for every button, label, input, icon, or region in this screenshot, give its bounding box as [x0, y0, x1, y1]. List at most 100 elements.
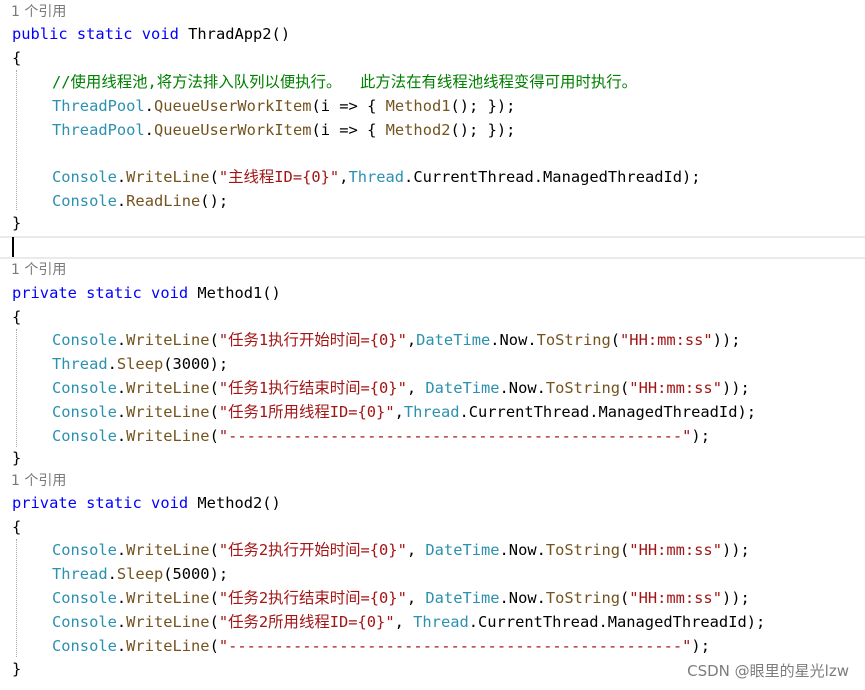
code-line[interactable]: Console.WriteLine("---------------------…: [0, 634, 865, 658]
paren: (: [620, 379, 630, 397]
call-args: (5000);: [163, 565, 229, 583]
code-line[interactable]: Thread.Sleep(3000);: [0, 352, 865, 376]
type-name: DateTime: [416, 331, 491, 349]
string-literal: "任务1执行结束时间={0}": [218, 379, 407, 397]
method-call: QueueUserWorkItem: [153, 97, 312, 115]
dot: .: [116, 192, 127, 210]
code-line[interactable]: //使用线程池,将方法排入队列以便执行。 此方法在有线程池线程变得可用时执行。: [0, 70, 865, 94]
type-name: Thread: [413, 613, 469, 631]
code-lens-references[interactable]: 1 个引用: [0, 258, 865, 282]
string-literal: "HH:mm:ss": [629, 379, 722, 397]
keyword-void: void: [151, 494, 189, 512]
code-line[interactable]: Console.WriteLine("任务1所用线程ID={0}",Thread…: [0, 400, 865, 424]
method-call: WriteLine: [126, 403, 210, 421]
comma: ,: [406, 379, 426, 397]
dot: .: [116, 331, 127, 349]
code-line[interactable]: ThreadPool.QueueUserWorkItem(i => { Meth…: [0, 118, 865, 142]
code-line[interactable]: Console.WriteLine("任务2执行结束时间={0}", DateT…: [0, 586, 865, 610]
open-brace: {: [12, 518, 22, 536]
close-brace: }: [12, 214, 22, 232]
type-name: Thread: [348, 168, 405, 186]
paren: (: [209, 589, 219, 607]
dot: .: [116, 637, 127, 655]
parameter-list: (): [262, 284, 281, 302]
code-editor[interactable]: 1 个引用 public static void ThradApp2() { /…: [0, 0, 865, 690]
code-line[interactable]: Console.WriteLine("任务1执行开始时间={0}",DateTi…: [0, 328, 865, 352]
method-call: ToString: [545, 379, 621, 397]
method-name: Method2: [197, 494, 263, 512]
code-line[interactable]: Console.WriteLine("主线程ID={0}",Thread.Cur…: [0, 165, 865, 189]
comma: ,: [394, 613, 414, 631]
type-name: Console: [52, 541, 117, 559]
string-literal: "任务2执行开始时间={0}": [218, 541, 407, 559]
close-brace: }: [12, 449, 22, 467]
type-name: Thread: [52, 565, 108, 583]
text-caret: [12, 237, 14, 257]
type-name: Console: [52, 379, 117, 397]
paren: (: [209, 541, 219, 559]
lambda-open: (i => {: [311, 97, 386, 115]
method-call: WriteLine: [126, 589, 210, 607]
code-line[interactable]: Console.WriteLine("---------------------…: [0, 424, 865, 448]
code-line[interactable]: ThreadPool.QueueUserWorkItem(i => { Meth…: [0, 94, 865, 118]
string-literal: "HH:mm:ss": [629, 589, 722, 607]
comma: ,: [394, 403, 404, 421]
paren: (: [610, 331, 621, 349]
paren: (: [209, 427, 219, 445]
code-line[interactable]: Thread.Sleep(5000);: [0, 562, 865, 586]
method-call: ToString: [545, 589, 621, 607]
paren-close: ));: [721, 589, 750, 607]
code-line[interactable]: Console.ReadLine();: [0, 189, 865, 213]
parameter-list: (): [271, 25, 291, 43]
string-literal: "任务2执行结束时间={0}": [218, 589, 407, 607]
method-call: WriteLine: [126, 613, 210, 631]
member-access: .Now.: [499, 541, 546, 559]
method-call: Method2: [385, 121, 451, 139]
dot: .: [116, 541, 127, 559]
method-call: WriteLine: [126, 379, 210, 397]
dot: .: [144, 121, 154, 139]
keyword-static: static: [76, 25, 133, 43]
keyword-static: static: [86, 494, 142, 512]
paren-close: ));: [712, 331, 741, 349]
string-literal: "---------------------------------------…: [218, 637, 692, 655]
call-args: ();: [200, 192, 229, 210]
method-signature-method1[interactable]: private static void Method1(): [0, 281, 865, 305]
paren-close: ));: [721, 379, 750, 397]
string-literal: "任务1所用线程ID={0}": [218, 403, 395, 421]
member-access: .Now.: [490, 331, 537, 349]
paren: (: [209, 331, 219, 349]
method-call: ToString: [536, 331, 611, 349]
string-literal: "任务1执行开始时间={0}": [218, 331, 407, 349]
type-name: Console: [52, 613, 117, 631]
type-name: Thread: [403, 403, 460, 421]
type-name: Console: [52, 331, 117, 349]
code-line[interactable]: Console.WriteLine("任务2执行开始时间={0}", DateT…: [0, 538, 865, 562]
keyword-void: void: [141, 25, 179, 43]
keyword-static: static: [86, 284, 142, 302]
type-name: ThreadPool: [52, 97, 145, 115]
paren: (: [209, 637, 219, 655]
type-name: DateTime: [425, 379, 500, 397]
method-call: Method1: [385, 97, 451, 115]
dot: .: [116, 403, 127, 421]
paren-close: );: [691, 427, 710, 445]
method-call: WriteLine: [126, 637, 210, 655]
type-name: Console: [52, 427, 117, 445]
dot: .: [116, 427, 127, 445]
method-signature-method2[interactable]: private static void Method2(): [0, 491, 865, 515]
method-signature-thradapp2[interactable]: public static void ThradApp2(): [0, 22, 865, 46]
paren-close: ));: [721, 541, 750, 559]
comment: //使用线程池,将方法排入队列以便执行。 此方法在有线程池线程变得可用时执行。: [52, 73, 638, 91]
code-lens-references[interactable]: 1 个引用: [0, 0, 865, 24]
type-name: Console: [52, 192, 117, 210]
code-line[interactable]: Console.WriteLine("任务1执行结束时间={0}", DateT…: [0, 376, 865, 400]
string-literal: "HH:mm:ss": [629, 541, 722, 559]
method-name: ThradApp2: [188, 25, 272, 43]
code-line[interactable]: Console.WriteLine("任务2所用线程ID={0}", Threa…: [0, 610, 865, 634]
code-lens-references[interactable]: 1 个引用: [0, 469, 865, 493]
method-call: WriteLine: [126, 331, 210, 349]
member-access: .Now.: [499, 379, 546, 397]
member-access: .CurrentThread.ManagedThreadId);: [459, 403, 756, 421]
string-literal: "HH:mm:ss": [620, 331, 713, 349]
